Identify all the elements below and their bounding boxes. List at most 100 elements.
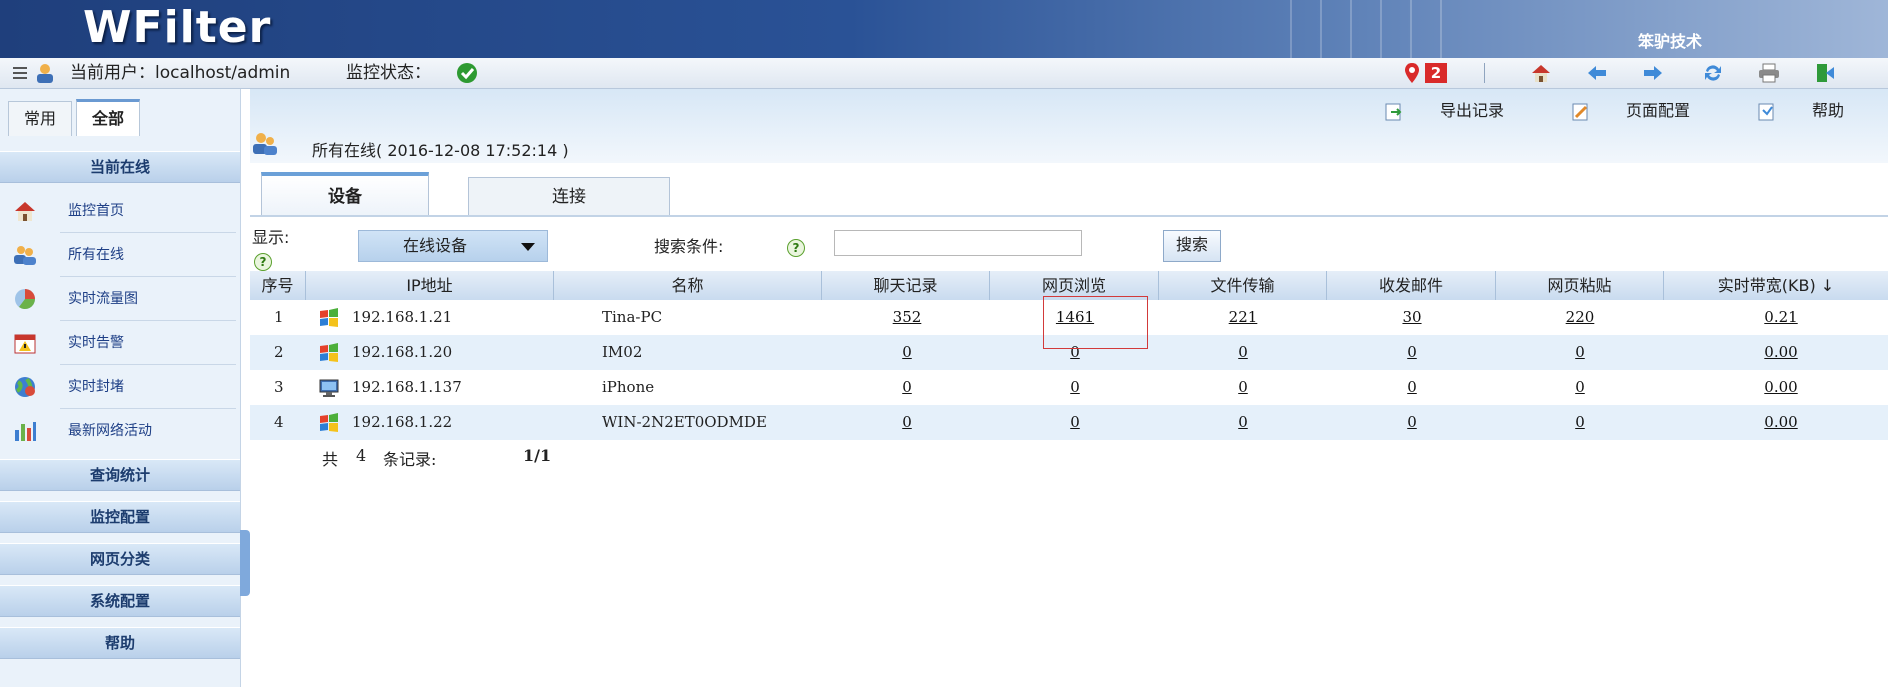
- sidebar-tab-common[interactable]: 常用: [8, 101, 72, 136]
- paste-count-link[interactable]: 0: [1520, 370, 1640, 405]
- section-current-online[interactable]: 当前在线: [0, 151, 240, 183]
- ip-address: 192.168.1.21: [352, 308, 453, 326]
- chat-count-link[interactable]: 352: [847, 300, 967, 335]
- refresh-icon[interactable]: [1702, 63, 1724, 83]
- table-row[interactable]: 4 192.168.1.22 WIN-2N2ET0ODMDE 0 0 0 0 0 0.00: [250, 405, 1888, 440]
- mail-count-link[interactable]: 0: [1352, 335, 1472, 370]
- paste-count-link[interactable]: 0: [1520, 405, 1640, 440]
- back-arrow-icon[interactable]: [1586, 63, 1608, 83]
- sidebar-item-label: 监控首页: [68, 203, 124, 219]
- column-header[interactable]: 名称: [554, 271, 822, 300]
- column-header[interactable]: 文件传输: [1159, 271, 1327, 300]
- print-icon[interactable]: [1758, 63, 1780, 83]
- highlight-annotation: [1043, 296, 1148, 349]
- section-web-category[interactable]: 网页分类: [0, 543, 240, 575]
- column-header[interactable]: IP地址: [306, 271, 554, 300]
- logout-icon[interactable]: [1814, 63, 1836, 83]
- file-count-link[interactable]: 0: [1183, 335, 1303, 370]
- sidebar-item-label: 最新网络活动: [68, 423, 152, 439]
- section-help[interactable]: 帮助: [0, 627, 240, 659]
- device-name: IM02: [602, 343, 643, 361]
- column-header[interactable]: 序号: [250, 271, 306, 300]
- help-icon[interactable]: ?: [254, 253, 272, 271]
- mail-count-link[interactable]: 0: [1352, 405, 1472, 440]
- alert-count-badge[interactable]: 2: [1425, 63, 1447, 83]
- search-label: 搜索条件:: [654, 237, 724, 256]
- row-index: 4: [274, 413, 284, 431]
- export-icon[interactable]: [1385, 102, 1403, 122]
- page-indicator: 1/1: [523, 446, 552, 465]
- help-doc-icon[interactable]: [1758, 102, 1776, 122]
- sidebar-item-traffic-chart[interactable]: 实时流量图: [0, 277, 240, 321]
- sidebar-item-label: 实时封堵: [68, 379, 124, 395]
- sidebar-item-label: 实时告警: [68, 335, 124, 351]
- sidebar-item-realtime-alerts[interactable]: 实时告警: [0, 321, 240, 365]
- row-index: 3: [274, 378, 284, 396]
- page-config-button[interactable]: 页面配置: [1626, 100, 1690, 122]
- paste-count-link[interactable]: 0: [1520, 335, 1640, 370]
- search-button[interactable]: 搜索: [1163, 230, 1221, 262]
- column-header[interactable]: 网页粘贴: [1496, 271, 1664, 300]
- device-name: iPhone: [602, 378, 655, 396]
- section-query-stats[interactable]: 查询统计: [0, 459, 240, 491]
- column-header[interactable]: 收发邮件: [1327, 271, 1496, 300]
- section-monitor-config[interactable]: 监控配置: [0, 501, 240, 533]
- user-icon: [37, 64, 53, 83]
- show-label: 显示:: [252, 228, 290, 247]
- monitor-icon: [319, 379, 339, 397]
- chat-count-link[interactable]: 0: [847, 405, 967, 440]
- help-button[interactable]: 帮助: [1812, 100, 1844, 122]
- total-count: 4: [356, 446, 367, 465]
- sidebar-item-monitor-home[interactable]: 监控首页: [0, 189, 240, 233]
- monitor-status-label: 监控状态：: [346, 63, 431, 83]
- forward-arrow-icon[interactable]: [1642, 63, 1664, 83]
- chat-count-link[interactable]: 0: [847, 370, 967, 405]
- file-count-link[interactable]: 221: [1183, 300, 1303, 335]
- windows-icon: [320, 308, 338, 327]
- device-name: WIN-2N2ET0ODMDE: [602, 413, 767, 431]
- table-row[interactable]: 3 192.168.1.137 iPhone 0 0 0 0 0 0.00: [250, 370, 1888, 405]
- web-count-link[interactable]: 0: [1015, 370, 1135, 405]
- show-filter-dropdown[interactable]: 在线设备: [358, 230, 548, 262]
- alert-pin-icon[interactable]: [1404, 62, 1420, 84]
- tab-devices[interactable]: 设备: [261, 172, 429, 216]
- current-user-label: 当前用户：localhost/admin: [70, 63, 291, 83]
- column-header[interactable]: 聊天记录: [822, 271, 990, 300]
- bar-chart-icon: [15, 422, 36, 441]
- web-count-link[interactable]: 0: [1015, 405, 1135, 440]
- paste-count-link[interactable]: 220: [1520, 300, 1640, 335]
- row-index: 1: [274, 308, 284, 326]
- file-count-link[interactable]: 0: [1183, 405, 1303, 440]
- calendar-alert-icon: [14, 334, 36, 354]
- bw-count-link[interactable]: 0.00: [1721, 370, 1841, 405]
- column-header-bandwidth[interactable]: 实时带宽(KB) ↓: [1664, 271, 1888, 300]
- home-icon[interactable]: [1530, 63, 1552, 83]
- sidebar-item-all-online[interactable]: 所有在线: [0, 233, 240, 277]
- mail-count-link[interactable]: 30: [1352, 300, 1472, 335]
- sidebar-item-latest-activity[interactable]: 最新网络活动: [0, 409, 240, 453]
- chevron-down-icon: [521, 243, 535, 251]
- mail-count-link[interactable]: 0: [1352, 370, 1472, 405]
- device-name: Tina-PC: [602, 308, 663, 326]
- sidebar-item-realtime-block[interactable]: 实时封堵: [0, 365, 240, 409]
- page-config-icon[interactable]: [1572, 102, 1590, 122]
- total-prefix: 共: [322, 450, 339, 469]
- export-records-button[interactable]: 导出记录: [1440, 100, 1504, 122]
- bw-count-link[interactable]: 0.00: [1721, 335, 1841, 370]
- help-icon[interactable]: ?: [787, 239, 805, 257]
- status-bar: 当前用户：localhost/admin 监控状态： 2: [0, 58, 1888, 89]
- sidebar-tab-all[interactable]: 全部: [76, 99, 140, 136]
- sidebar: 常用 全部 当前在线 监控首页 所有在线 实时流量图 实时告警 实时封堵 最新网…: [0, 89, 241, 687]
- sidebar-item-label: 所有在线: [68, 247, 124, 263]
- bw-count-link[interactable]: 0.21: [1721, 300, 1841, 335]
- search-input[interactable]: [834, 230, 1082, 256]
- chat-count-link[interactable]: 0: [847, 335, 967, 370]
- row-index: 2: [274, 343, 284, 361]
- section-system-config[interactable]: 系统配置: [0, 585, 240, 617]
- tab-connections[interactable]: 连接: [468, 177, 670, 216]
- file-count-link[interactable]: 0: [1183, 370, 1303, 405]
- globe-block-icon: [15, 377, 35, 397]
- menu-icon[interactable]: [12, 65, 28, 81]
- bw-count-link[interactable]: 0.00: [1721, 405, 1841, 440]
- sidebar-collapse-handle[interactable]: [240, 530, 250, 596]
